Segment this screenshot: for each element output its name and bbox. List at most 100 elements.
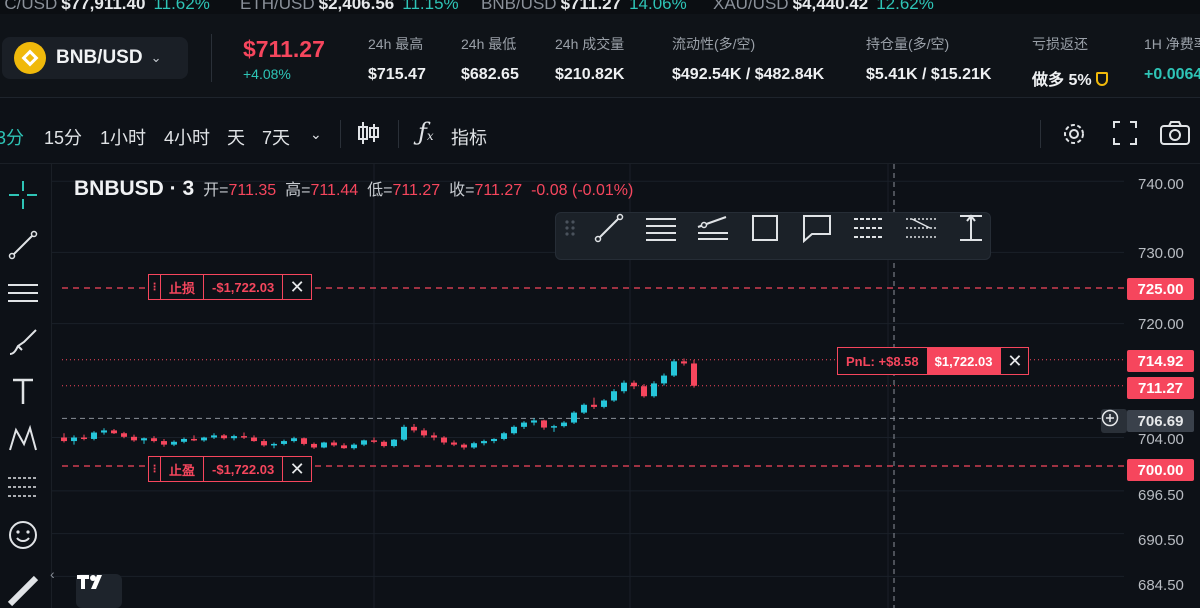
candle-body: [81, 437, 87, 440]
add-order-button[interactable]: [1101, 409, 1127, 433]
candle-body: [601, 400, 607, 407]
camera-icon[interactable]: [1159, 120, 1191, 146]
fib-retracement-icon[interactable]: [852, 213, 886, 243]
stat-24h-low: 24h 最低 $682.65: [461, 34, 519, 84]
emoji-icon[interactable]: [6, 518, 40, 552]
drag-handle-icon[interactable]: ⋮: [149, 275, 161, 299]
legend-change: -0.08 (-0.01%): [531, 182, 634, 199]
legend-low-label: 低=: [367, 182, 393, 199]
collapse-toolbar-icon[interactable]: ‹: [50, 566, 55, 582]
timeframe-4h[interactable]: 4小时: [164, 124, 210, 150]
tradingview-logo[interactable]: [76, 574, 122, 608]
callout-icon[interactable]: [800, 213, 834, 243]
stat-value: $682.65: [461, 66, 519, 83]
timeframe-1h[interactable]: 1小时: [100, 124, 146, 150]
channel-icon[interactable]: [696, 213, 730, 243]
timeframe-1d[interactable]: 天: [227, 124, 245, 150]
candle-body: [401, 426, 407, 440]
candle-body: [561, 422, 567, 427]
candle-body: [291, 438, 297, 442]
chevron-down-icon[interactable]: ⌄: [310, 126, 322, 143]
horizontal-lines-icon[interactable]: [6, 276, 40, 310]
timeframe-3m[interactable]: 3分: [0, 124, 24, 150]
candle-body: [621, 382, 627, 392]
position-tag[interactable]: PnL: +$8.58 $1,722.03 ✕: [837, 347, 1030, 375]
take-profit-price-pill: 700.00: [1127, 459, 1194, 481]
pair-selector[interactable]: BNB/USD ⌄: [2, 37, 188, 79]
position-amount: $1,722.03: [926, 348, 1001, 374]
stat-value: 做多 5%: [1032, 72, 1092, 89]
candle-body: [211, 435, 217, 438]
ticker-change: 12.62%: [876, 0, 934, 13]
stop-loss-tag[interactable]: ⋮ 止损 -$1,722.03 ✕: [148, 274, 313, 300]
candle-body: [431, 435, 437, 438]
candle-body: [141, 438, 147, 441]
candle-body: [201, 437, 207, 441]
axis-label: 720.00: [1138, 316, 1184, 333]
rectangle-icon[interactable]: [748, 213, 782, 243]
close-icon[interactable]: ✕: [1000, 348, 1028, 374]
candle-body: [631, 382, 637, 387]
ticker-item[interactable]: TC/USD $77,911.40 11.62%: [0, 0, 210, 14]
candle-body: [181, 438, 187, 442]
ticker-symbol: ETH/USD: [240, 0, 315, 13]
stat-open-interest: 持仓量(多/空) $5.41K / $15.21K: [866, 34, 991, 84]
text-icon[interactable]: [6, 374, 40, 408]
measure-icon[interactable]: [954, 213, 988, 243]
axis-label: 740.00: [1138, 176, 1184, 193]
stat-24h-volume: 24h 成交量 $210.82K: [555, 34, 624, 84]
bnb-coin-icon: [14, 42, 46, 74]
candle-body: [541, 420, 547, 428]
price-chart[interactable]: BNBUSD · 3 开=711.35 高=711.44 低=711.27 收=…: [50, 164, 1200, 608]
pair-label: BNB/USD: [56, 47, 143, 68]
candle-body: [331, 442, 337, 446]
candle-body: [131, 436, 137, 441]
ticker-item[interactable]: BNB/USD $711.27 14.06%: [481, 0, 687, 14]
candle-body: [491, 438, 497, 442]
fib-icon[interactable]: [6, 470, 40, 504]
brush-icon[interactable]: [6, 326, 40, 360]
ticker-item[interactable]: XAU/USD $4,440.42 12.62%: [713, 0, 934, 14]
pattern-icon[interactable]: [6, 422, 40, 456]
ruler-icon[interactable]: [6, 574, 40, 608]
entry-price-pill: 714.92: [1127, 350, 1194, 372]
plus-circle-icon: [1101, 409, 1119, 427]
stat-value: $5.41K / $15.21K: [866, 66, 992, 83]
drag-handle-icon[interactable]: [560, 213, 580, 243]
divider: [211, 34, 212, 82]
stat-label: 1H 净费率: [1144, 36, 1200, 52]
ticker-symbol: TC/USD: [0, 0, 58, 13]
fib-extension-icon[interactable]: [904, 213, 938, 243]
fullscreen-icon[interactable]: [1112, 120, 1138, 146]
stop-loss-label: 止损: [161, 275, 205, 299]
candle-body: [551, 426, 557, 428]
take-profit-tag[interactable]: ⋮ 止盈 -$1,722.03 ✕: [148, 456, 313, 482]
take-profit-value: -$1,722.03: [204, 457, 284, 481]
candle-body: [571, 412, 577, 423]
axis-label: 690.50: [1138, 532, 1184, 549]
drag-handle-icon[interactable]: ⋮: [149, 457, 161, 481]
fx-icon[interactable]: ƒx: [418, 118, 434, 146]
candle-body: [321, 442, 327, 448]
timeframe-15m[interactable]: 15分: [44, 124, 82, 150]
stat-label: 持仓量(多/空): [866, 36, 950, 52]
close-icon[interactable]: ✕: [283, 457, 311, 481]
timeframe-7d[interactable]: 7天: [262, 124, 290, 150]
ticker-change: 14.06%: [629, 0, 687, 13]
candle-body: [461, 444, 467, 448]
stat-loss-rebate[interactable]: 亏损返还 做多 5%: [1032, 34, 1108, 90]
crosshair-icon[interactable]: [6, 178, 40, 212]
candle-type-icon[interactable]: [356, 120, 380, 146]
indicators-button[interactable]: 指标: [451, 124, 487, 150]
ticker-item[interactable]: ETH/USD $2,406.56 11.15%: [240, 0, 459, 14]
chevron-down-icon: ⌄: [150, 50, 162, 65]
candle-body: [61, 437, 67, 442]
trendline-icon[interactable]: [6, 228, 40, 262]
divider: [1040, 120, 1041, 148]
price-change: +4.08%: [243, 66, 291, 82]
gear-icon[interactable]: [1060, 120, 1088, 148]
trendline-icon[interactable]: [592, 213, 626, 243]
horizontal-lines-icon[interactable]: [644, 213, 678, 243]
stat-value: +0.0064: [1144, 66, 1200, 83]
close-icon[interactable]: ✕: [283, 275, 311, 299]
